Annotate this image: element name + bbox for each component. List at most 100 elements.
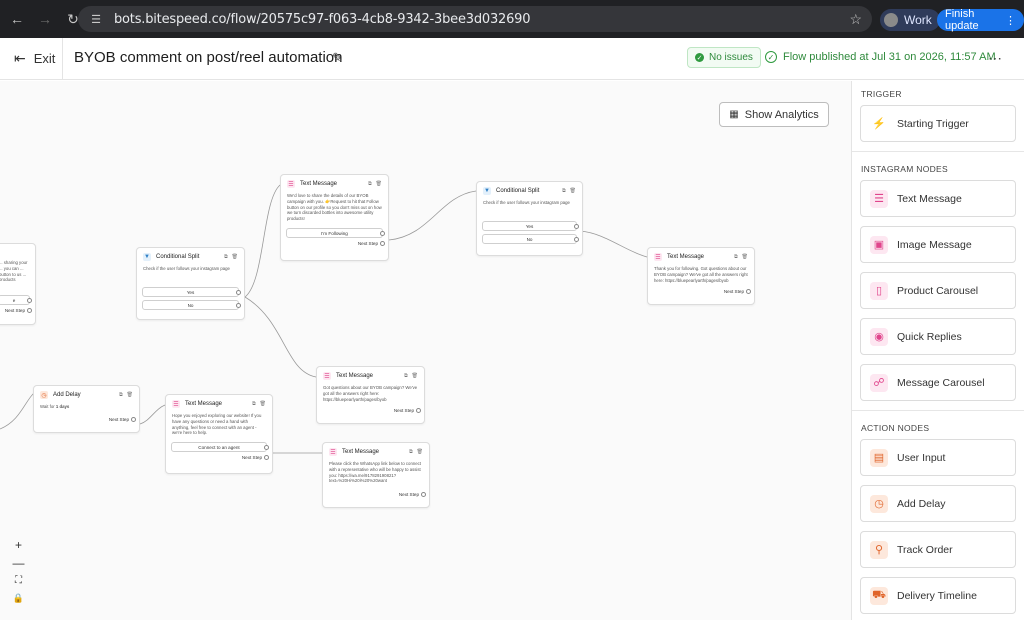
- copy-icon[interactable]: ⧉: [404, 373, 408, 379]
- node-next-step: Next Step: [166, 452, 272, 463]
- palette-item-label: Quick Replies: [897, 330, 962, 343]
- connection-handle[interactable]: [27, 297, 32, 303]
- node-next-step: Next Step: [323, 489, 429, 500]
- conditional-split-node[interactable]: ▼ Conditional Split ⧉ 🗑 Check if the user…: [476, 181, 583, 256]
- copy-icon[interactable]: ⧉: [562, 188, 566, 194]
- palette-item-image-message[interactable]: ▣ Image Message: [860, 226, 1016, 263]
- node-option-label: Yes: [525, 223, 534, 229]
- profile-button[interactable]: Work: [880, 9, 940, 31]
- palette-item-starting-trigger[interactable]: ⚡ Starting Trigger: [860, 105, 1016, 142]
- flow-canvas[interactable]: ▦ Show Analytics ... sharing your ... yo…: [0, 81, 851, 620]
- palette-item-user-input[interactable]: ▤ User Input: [860, 439, 1016, 476]
- connection-handle[interactable]: [27, 308, 32, 313]
- copy-icon[interactable]: ⧉: [252, 401, 256, 407]
- zoom-in-icon[interactable]: +: [10, 537, 27, 552]
- profile-label: Work: [904, 13, 932, 27]
- conditional-split-node[interactable]: ▼ Conditional Split ⧉ 🗑 Check if the user…: [136, 247, 245, 320]
- header-divider: [62, 38, 63, 80]
- node-title: Add Delay: [53, 392, 81, 398]
- section-divider: [852, 410, 1024, 411]
- palette-item-track-order[interactable]: ⚲ Track Order: [860, 531, 1016, 568]
- node-option-yes[interactable]: Yes: [482, 221, 579, 231]
- forward-arrow-icon[interactable]: →: [34, 8, 56, 30]
- connection-handle[interactable]: [416, 408, 421, 413]
- lock-icon[interactable]: 🔒: [10, 591, 27, 606]
- trash-icon[interactable]: 🗑: [412, 373, 418, 379]
- copy-icon[interactable]: ⧉: [119, 392, 123, 398]
- trash-icon[interactable]: 🗑: [127, 392, 133, 398]
- connection-handle[interactable]: [574, 223, 579, 229]
- text-message-node[interactable]: ☰ Text Message ⧉ 🗑 Thank you for followin…: [647, 247, 755, 305]
- zoom-out-icon[interactable]: —: [10, 555, 27, 570]
- bookmark-star-icon[interactable]: ☆: [849, 11, 862, 28]
- edge: [244, 296, 317, 378]
- trash-icon[interactable]: 🗑: [232, 254, 238, 260]
- connection-handle[interactable]: [380, 230, 385, 236]
- palette-item-delivery-timeline[interactable]: ⛟ Delivery Timeline: [860, 577, 1016, 614]
- more-dots-icon[interactable]: ⋯: [988, 50, 1002, 67]
- message-icon: ☰: [172, 400, 180, 408]
- palette-item-label: Message Carousel: [897, 376, 985, 389]
- node-header: ◷ Add Delay ⧉ 🗑: [34, 386, 139, 402]
- node-next-step: Next Step: [281, 238, 388, 249]
- add-delay-node[interactable]: ◷ Add Delay ⧉ 🗑 Wait for 1 days Next Step: [33, 385, 140, 433]
- palette-item-quick-replies[interactable]: ◉ Quick Replies: [860, 318, 1016, 355]
- palette-item-message-carousel[interactable]: ☍ Message Carousel: [860, 364, 1016, 401]
- copy-icon[interactable]: ⧉: [368, 181, 372, 187]
- connection-handle[interactable]: [264, 444, 269, 450]
- copy-icon[interactable]: ⧉: [734, 254, 738, 260]
- trash-icon[interactable]: 🗑: [260, 401, 266, 407]
- connection-handle[interactable]: [421, 492, 426, 497]
- palette-item-product-carousel[interactable]: ▯ Product Carousel: [860, 272, 1016, 309]
- lightning-icon: ⚡: [872, 118, 886, 130]
- node-option-no[interactable]: No: [482, 234, 579, 244]
- flow-node-partial[interactable]: ... sharing your ... you can ... button …: [0, 243, 36, 325]
- finish-update-button[interactable]: Finish update ⋮: [937, 8, 1024, 32]
- node-button[interactable]: I'm Following: [286, 228, 385, 238]
- next-step-label: Next Step: [241, 455, 262, 460]
- node-option-no[interactable]: No: [142, 300, 241, 310]
- node-body: Please click the WhatsApp link below to …: [329, 461, 421, 484]
- trash-icon[interactable]: 🗑: [742, 254, 748, 260]
- text-message-node[interactable]: ☰ Text Message ⧉ 🗑 Please click the Whats…: [322, 442, 430, 508]
- show-analytics-button[interactable]: ▦ Show Analytics: [719, 102, 829, 127]
- message-icon: ☰: [323, 372, 331, 380]
- palette-item-text-message[interactable]: ☰ Text Message: [860, 180, 1016, 217]
- connection-handle[interactable]: [264, 455, 269, 460]
- node-body: ... sharing your ... you can ... button …: [0, 260, 28, 283]
- palette-item-add-delay[interactable]: ◷ Add Delay: [860, 485, 1016, 522]
- copy-icon[interactable]: ⧉: [224, 254, 228, 260]
- text-message-node[interactable]: ☰ Text Message ⧉ 🗑 We'd love to share the…: [280, 174, 389, 261]
- status-badge: ✓ No issues: [687, 47, 761, 68]
- exit-label: Exit: [33, 51, 56, 66]
- section-title-action: ACTION NODES: [861, 423, 930, 433]
- trash-icon[interactable]: 🗑: [376, 181, 382, 187]
- copy-icon[interactable]: ⧉: [409, 449, 413, 455]
- connection-handle[interactable]: [236, 302, 241, 308]
- site-settings-icon[interactable]: ☰: [88, 11, 104, 27]
- palette-item-label: Delivery Timeline: [897, 589, 977, 602]
- node-button[interactable]: Connect to an agent: [171, 442, 269, 452]
- pencil-icon[interactable]: ✎: [332, 50, 343, 66]
- node-body: Thank you for following. Got questions a…: [654, 266, 748, 283]
- next-step-label: Next Step: [398, 492, 419, 497]
- connection-handle[interactable]: [236, 289, 241, 295]
- connection-handle[interactable]: [380, 241, 385, 246]
- node-option[interactable]: e: [0, 295, 32, 305]
- trash-icon[interactable]: 🗑: [570, 188, 576, 194]
- connection-handle[interactable]: [746, 289, 751, 294]
- connection-handle[interactable]: [131, 417, 136, 422]
- clock-icon: ◷: [40, 391, 48, 399]
- back-arrow-icon[interactable]: ←: [6, 8, 28, 30]
- trash-icon[interactable]: 🗑: [417, 449, 423, 455]
- connection-handle[interactable]: [574, 236, 579, 242]
- address-bar[interactable]: ☰ bots.bitespeed.co/flow/20575c97-f063-4…: [78, 6, 872, 32]
- exit-button[interactable]: ⇤ Exit: [14, 50, 55, 67]
- message-icon: ☰: [287, 180, 295, 188]
- text-message-node[interactable]: ☰ Text Message ⧉ 🗑 Hope you enjoyed explo…: [165, 394, 273, 474]
- node-option-yes[interactable]: Yes: [142, 287, 241, 297]
- text-message-node[interactable]: ☰ Text Message ⧉ 🗑 Got questions about ou…: [316, 366, 425, 424]
- page-title: BYOB comment on post/reel automation: [74, 49, 343, 66]
- fit-view-icon[interactable]: ⛶: [10, 573, 27, 588]
- node-option-label: Yes: [186, 289, 195, 295]
